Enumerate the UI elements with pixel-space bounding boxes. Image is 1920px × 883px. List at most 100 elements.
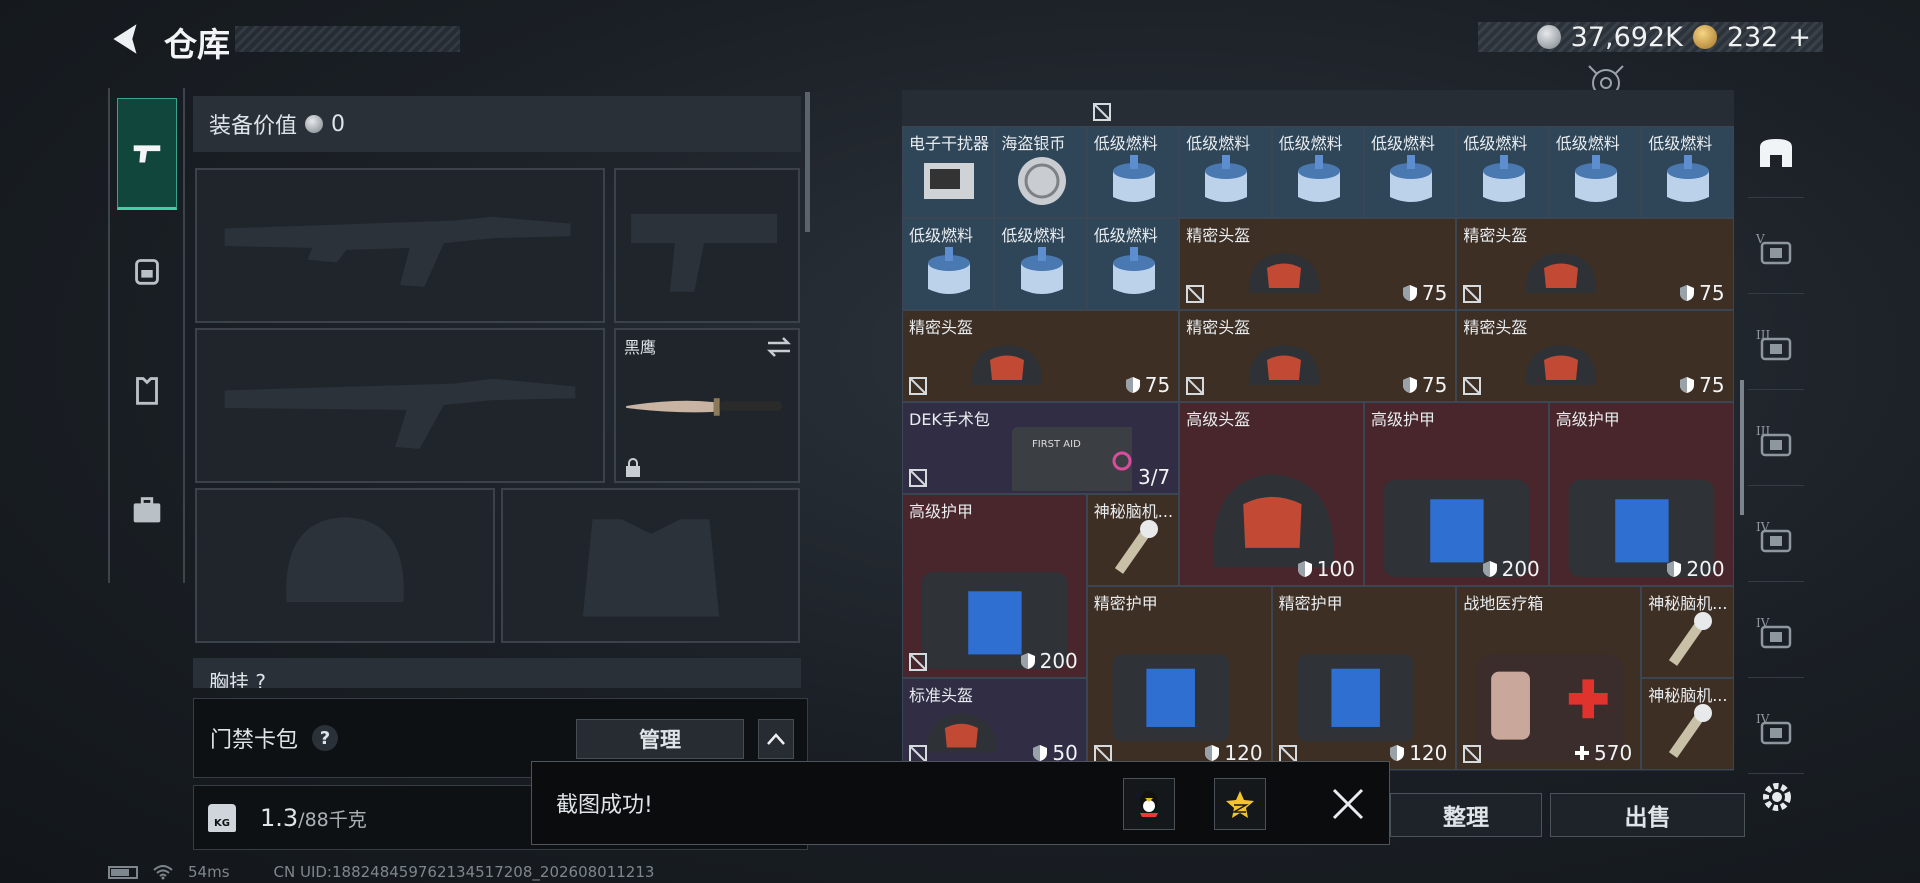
gold-amount: 232: [1726, 21, 1779, 53]
wifi-icon: [153, 865, 173, 880]
inventory-item[interactable]: 标准头盔 50: [902, 678, 1087, 770]
helmet-icon: [1248, 253, 1319, 293]
share-qzone-button[interactable]: [1214, 778, 1266, 830]
inventory-item[interactable]: 低级燃料: [1086, 126, 1180, 218]
star-icon: [1226, 791, 1254, 818]
filter-tab-3[interactable]: III: [1748, 396, 1804, 486]
item-name: 战地医疗箱: [1463, 594, 1544, 613]
item-name: 海盗银币: [1001, 134, 1066, 153]
filter-tab-6[interactable]: IV: [1748, 684, 1804, 774]
armor-tier-icon: III: [1756, 328, 1792, 360]
primary-weapon-slot[interactable]: [195, 168, 605, 323]
inventory-item[interactable]: 低级燃料: [1086, 218, 1180, 310]
filter-tab-4[interactable]: IV: [1748, 492, 1804, 582]
inventory-item[interactable]: 精密头盔 75: [1179, 310, 1457, 402]
inventory-item[interactable]: 低级燃料: [1548, 126, 1642, 218]
filter-tab-1[interactable]: V: [1748, 204, 1804, 294]
inventory-item[interactable]: 低级燃料: [1179, 126, 1272, 218]
inventory-item[interactable]: 精密护甲 120: [1271, 586, 1457, 770]
item-name: 高级头盔: [1186, 410, 1251, 429]
uid-text: CN UID:1882484597621345172​08_2026080112…: [273, 863, 655, 881]
tab-vest[interactable]: [117, 334, 177, 446]
add-currency-button[interactable]: +: [1788, 22, 1811, 53]
gear-icon[interactable]: [1757, 777, 1797, 817]
melee-slot[interactable]: 黑鹰: [614, 328, 800, 483]
inventory-item[interactable]: 电子干扰器: [902, 126, 995, 218]
tab-case[interactable]: [117, 454, 177, 566]
lock-status-icon: [909, 653, 927, 671]
equipment-panel: 装备价值 0 黑鹰 胸挂 ?: [193, 88, 808, 688]
share-qq-button[interactable]: [1123, 778, 1175, 830]
inventory-item[interactable]: 低级燃料: [994, 218, 1087, 310]
all-items-icon: [1760, 138, 1792, 167]
inventory-item[interactable]: 低级燃料: [1364, 126, 1457, 218]
filter-tab-2[interactable]: III: [1748, 300, 1804, 390]
item-value: 75: [1402, 373, 1447, 397]
inventory-item[interactable]: 海盗银币: [994, 126, 1087, 218]
inventory-item[interactable]: 精密头盔 75: [1456, 218, 1734, 310]
equipment-value-row: 装备价值 0: [193, 96, 801, 152]
item-value: 570: [1574, 741, 1632, 765]
tab-backpack[interactable]: [117, 214, 177, 326]
pistol-icon: [133, 145, 161, 163]
shield-icon: [1033, 745, 1048, 761]
screenshot-toast: 截图成功!: [531, 761, 1390, 845]
shield-icon: [1667, 561, 1682, 577]
tab-weapons[interactable]: [117, 98, 177, 210]
shield-icon: [1680, 377, 1695, 393]
inventory-item[interactable]: 精密头盔 75: [1179, 218, 1457, 310]
item-value: 3/7: [1138, 465, 1171, 489]
help-icon[interactable]: ?: [312, 725, 339, 751]
inventory-item[interactable]: 精密护甲 120: [1086, 586, 1272, 770]
expand-button[interactable]: [758, 719, 794, 759]
helmet-slot[interactable]: [195, 488, 495, 643]
filter-tab-0[interactable]: [1748, 108, 1804, 198]
inventory-item[interactable]: 神秘脑机...: [1641, 586, 1734, 678]
inventory-item[interactable]: 高级护甲 200: [1548, 402, 1734, 586]
lock-status-icon: [1186, 285, 1205, 303]
backpack-icon: [135, 259, 159, 285]
armor-slot[interactable]: [501, 488, 800, 643]
inventory-item[interactable]: 低级燃料: [902, 218, 995, 310]
sort-button[interactable]: 整理: [1390, 793, 1542, 837]
silver-amount: 37,692K: [1570, 21, 1683, 53]
item-name: 精密护甲: [1093, 594, 1158, 613]
inventory-item[interactable]: 低级燃料: [1641, 126, 1734, 218]
item-name: 低级燃料: [1093, 134, 1158, 153]
filter-tab-5[interactable]: IV: [1748, 588, 1804, 678]
inventory-item[interactable]: 精密头盔 75: [1456, 310, 1734, 402]
lock-status-icon: [1463, 745, 1482, 763]
pistol-slot[interactable]: [614, 168, 800, 323]
item-name: 精密头盔: [1186, 226, 1251, 245]
chest-rig-row[interactable]: 胸挂 ?: [193, 658, 801, 688]
manage-button[interactable]: 管理: [576, 719, 744, 759]
inventory-item[interactable]: 神秘脑机...: [1086, 494, 1180, 586]
inventory-item[interactable]: 精密头盔 75: [902, 310, 1180, 402]
sell-button[interactable]: 出售: [1550, 793, 1745, 837]
inventory-item[interactable]: 高级护甲 200: [902, 494, 1087, 678]
equipment-scrollbar[interactable]: [805, 92, 810, 232]
item-name: 精密头盔: [1463, 226, 1528, 245]
item-name: 高级护甲: [1371, 410, 1436, 429]
item-value: 75: [1679, 281, 1725, 305]
vest-icon: [136, 377, 158, 405]
item-value: 120: [1389, 741, 1447, 765]
lock-status-icon: [909, 469, 927, 487]
inventory-item[interactable]: FIRST AID DEK手术包 3/7: [902, 402, 1180, 494]
inventory-item[interactable]: 低级燃料: [1456, 126, 1549, 218]
inventory-item[interactable]: 战地医疗箱 570: [1456, 586, 1642, 770]
item-value: 200: [1666, 557, 1725, 581]
shield-icon: [1402, 377, 1417, 393]
inventory-item[interactable]: 低级燃料: [1271, 126, 1364, 218]
title-decoration: [235, 26, 460, 52]
inventory-item[interactable]: 高级头盔 100: [1179, 402, 1364, 586]
inventory-item[interactable]: 神秘脑机...: [1641, 678, 1734, 770]
back-arrow-icon[interactable]: [105, 18, 147, 60]
armor-silhouette-icon: [582, 519, 720, 617]
inventory-item[interactable]: 高级护甲 200: [1364, 402, 1549, 586]
page-title: 仓库: [164, 25, 230, 64]
lock-status-icon: [1186, 377, 1205, 395]
close-icon[interactable]: [1328, 784, 1368, 824]
secondary-weapon-slot[interactable]: [195, 328, 605, 483]
helmet-icon: [1248, 345, 1319, 385]
